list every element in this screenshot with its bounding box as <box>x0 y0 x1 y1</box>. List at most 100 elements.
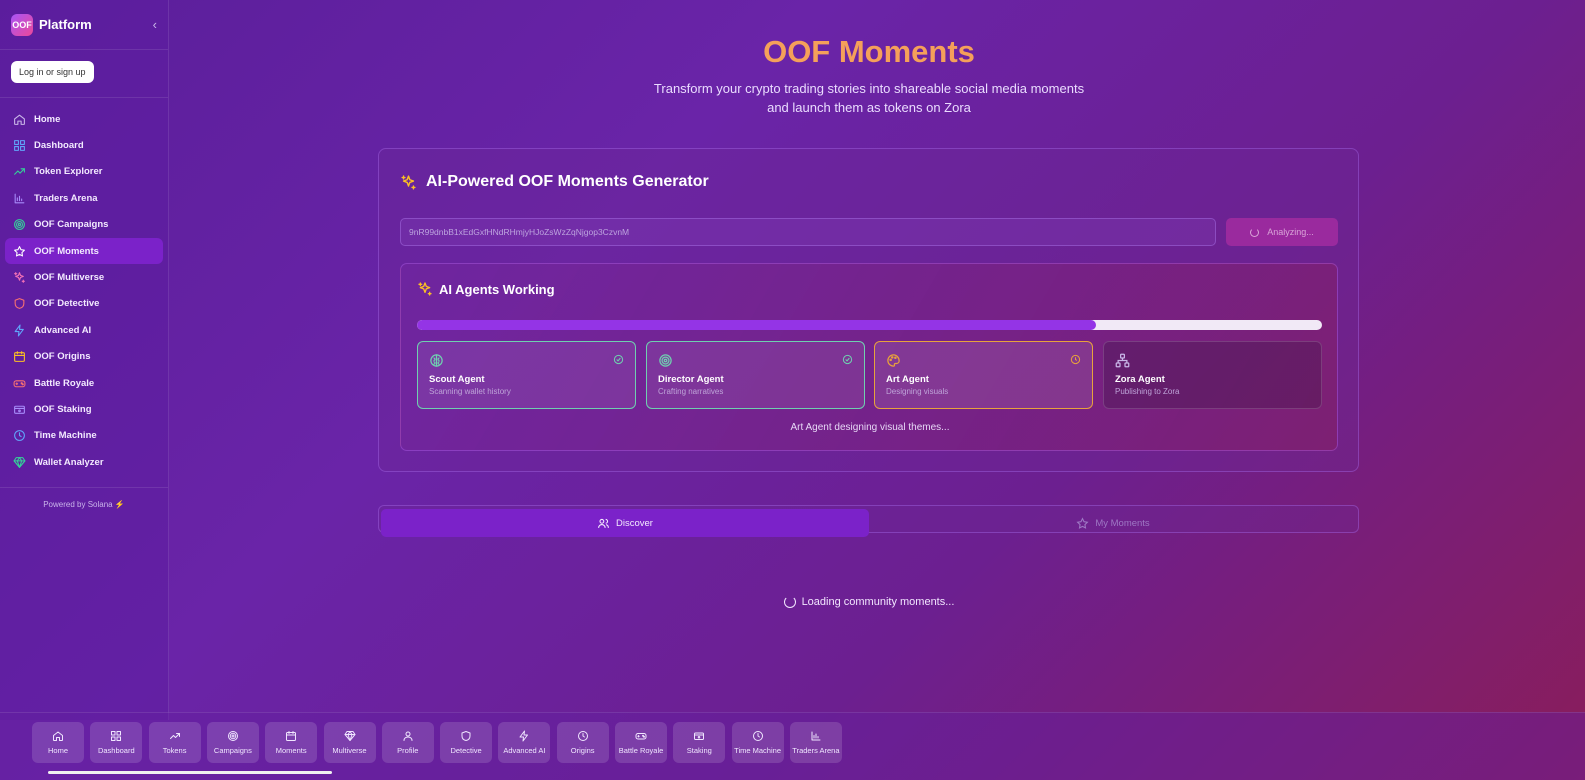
bottom-nav-traders-arena[interactable]: Traders Arena <box>789 722 842 763</box>
sidebar-item-oof-detective[interactable]: OOF Detective <box>5 291 163 317</box>
sidebar-item-oof-staking[interactable]: OOF Staking <box>5 396 163 422</box>
sidebar-item-wallet-analyzer[interactable]: Wallet Analyzer <box>5 449 163 475</box>
bottom-nav-battle-royale[interactable]: Battle Royale <box>615 722 667 763</box>
home-icon <box>14 114 25 125</box>
agent-desc: Crafting narratives <box>658 387 724 396</box>
bottom-nav-label: Staking <box>686 746 712 755</box>
gem-icon <box>344 731 355 741</box>
loading-text: Loading community moments... <box>801 596 955 608</box>
sparkles-icon <box>14 272 25 283</box>
bottom-nav: Home Dashboard Tokens Campaigns Moments Multi… <box>0 712 1585 780</box>
bottom-nav-campaigns[interactable]: Campaigns <box>206 722 259 763</box>
sidebar-item-oof-moments[interactable]: OOF Moments <box>5 237 163 265</box>
bottom-nav-label: Dashboard <box>97 746 135 755</box>
sidebar-item-label: OOF Campaigns <box>34 219 109 231</box>
check-circle-icon <box>842 354 853 365</box>
analyze-button-label: Analyzing... <box>1267 227 1314 237</box>
star-icon <box>1076 516 1089 529</box>
sidebar-item-advanced-ai[interactable]: Advanced AI <box>5 317 163 343</box>
agent-name: Zora Agent <box>1115 374 1165 385</box>
bottom-nav-dashboard[interactable]: Dashboard <box>90 722 143 763</box>
shield-icon <box>14 298 25 310</box>
sidebar-item-label: Home <box>34 113 61 125</box>
sidebar-item-label: Time Machine <box>34 430 97 442</box>
sidebar-item-label: OOF Detective <box>34 298 100 310</box>
bottom-nav-home[interactable]: Home <box>32 722 84 763</box>
agent-card-zora[interactable]: Zora Agent Publishing to Zora <box>1103 341 1322 409</box>
login-button[interactable]: Log in or sign up <box>11 61 94 83</box>
sidebar-item-traders-arena[interactable]: Traders Arena <box>5 185 163 211</box>
bottom-nav-origins[interactable]: Origins <box>556 722 609 763</box>
generator-card: AI-Powered OOF Moments Generator Analyzi… <box>378 148 1359 472</box>
tab-discover[interactable]: Discover <box>381 509 869 537</box>
agent-card-director[interactable]: Director Agent Crafting narratives <box>646 341 865 409</box>
sidebar-item-label: Dashboard <box>34 140 84 152</box>
calendar-icon <box>14 351 25 363</box>
home-icon <box>53 731 63 741</box>
sidebar-item-token-explorer[interactable]: Token Explorer <box>5 159 163 185</box>
bottom-nav-advanced-ai[interactable]: Advanced AI <box>498 722 551 763</box>
zap-icon <box>519 730 529 742</box>
brand-logo[interactable]: OOF <box>11 13 33 36</box>
agent-card-scout[interactable]: Scout Agent Scanning wallet history <box>417 341 636 409</box>
clock-icon <box>1070 354 1081 365</box>
dashboard-icon <box>111 731 122 741</box>
bottom-nav-multiverse[interactable]: Multiverse <box>323 722 376 763</box>
wallet-icon <box>694 732 705 740</box>
generator-title-text: AI-Powered OOF Moments Generator <box>426 173 709 190</box>
dashboard-icon <box>14 140 25 151</box>
sidebar-item-battle-royale[interactable]: Battle Royale <box>5 370 163 396</box>
agents-progress-bar <box>417 320 1322 330</box>
target-icon <box>659 354 672 367</box>
target-icon <box>14 219 25 231</box>
bottom-nav-label: Campaigns <box>213 746 252 755</box>
clock-icon <box>577 731 588 741</box>
users-icon <box>598 518 609 528</box>
analyze-button[interactable]: Analyzing... <box>1226 218 1338 246</box>
sidebar-item-oof-origins[interactable]: OOF Origins <box>5 344 163 370</box>
agent-name: Scout Agent <box>429 374 485 385</box>
main-content: OOF Moments Transform your crypto tradin… <box>169 0 1585 712</box>
zap-icon <box>14 324 24 337</box>
tab-my-moments[interactable]: My Moments <box>869 509 1357 537</box>
bottom-nav-staking[interactable]: Staking <box>673 722 726 763</box>
bottom-nav-tokens[interactable]: Tokens <box>148 722 201 763</box>
sidebar-nav: Home Dashboard Token Explorer Traders Arena… <box>0 98 168 489</box>
network-icon <box>1115 353 1130 368</box>
bottom-nav-label: Moments <box>275 746 307 755</box>
bottom-nav-label: Detective <box>450 746 482 755</box>
bar-chart-icon <box>14 193 25 204</box>
gamepad-icon <box>635 733 647 740</box>
bottom-nav-label: Profile <box>397 746 419 755</box>
sidebar-item-dashboard[interactable]: Dashboard <box>5 132 163 158</box>
horizontal-scrollbar[interactable] <box>48 771 332 774</box>
sidebar-item-oof-campaigns[interactable]: OOF Campaigns <box>5 212 163 238</box>
bottom-nav-label: Time Machine <box>734 746 781 755</box>
chevron-left-icon[interactable]: ‹ <box>153 17 157 32</box>
subtitle-line-2: and launch them as tokens on Zora <box>767 100 971 115</box>
bottom-nav-detective[interactable]: Detective <box>440 722 493 763</box>
sidebar-item-label: OOF Staking <box>34 403 92 415</box>
agent-name: Art Agent <box>886 374 929 385</box>
loading-indicator: Loading community moments... <box>169 596 1569 608</box>
sidebar-item-time-machine[interactable]: Time Machine <box>5 423 163 449</box>
agent-card-art[interactable]: Art Agent Designing visuals <box>874 341 1093 409</box>
generator-title: AI-Powered OOF Moments Generator <box>400 173 709 191</box>
powered-by: Powered by Solana ⚡ <box>43 500 125 510</box>
sparkles-icon <box>401 174 416 190</box>
sidebar-item-oof-multiverse[interactable]: OOF Multiverse <box>5 264 163 290</box>
agents-title: AI Agents Working <box>417 281 555 297</box>
sidebar-item-label: OOF Multiverse <box>34 272 105 284</box>
bar-chart-icon <box>811 731 821 741</box>
bottom-nav-profile[interactable]: Profile <box>381 722 434 763</box>
bottom-nav-label: Multiverse <box>332 746 367 755</box>
shield-icon <box>461 731 471 741</box>
bottom-nav-time-machine[interactable]: Time Machine <box>731 722 784 763</box>
sidebar-item-home[interactable]: Home <box>5 106 163 132</box>
bottom-nav-moments[interactable]: Moments <box>265 722 318 763</box>
agents-title-text: AI Agents Working <box>439 281 555 297</box>
calendar-icon <box>286 731 297 741</box>
agent-desc: Designing visuals <box>886 387 949 396</box>
wallet-address-input[interactable] <box>400 218 1216 246</box>
moments-tabs: Discover My Moments <box>378 505 1359 537</box>
